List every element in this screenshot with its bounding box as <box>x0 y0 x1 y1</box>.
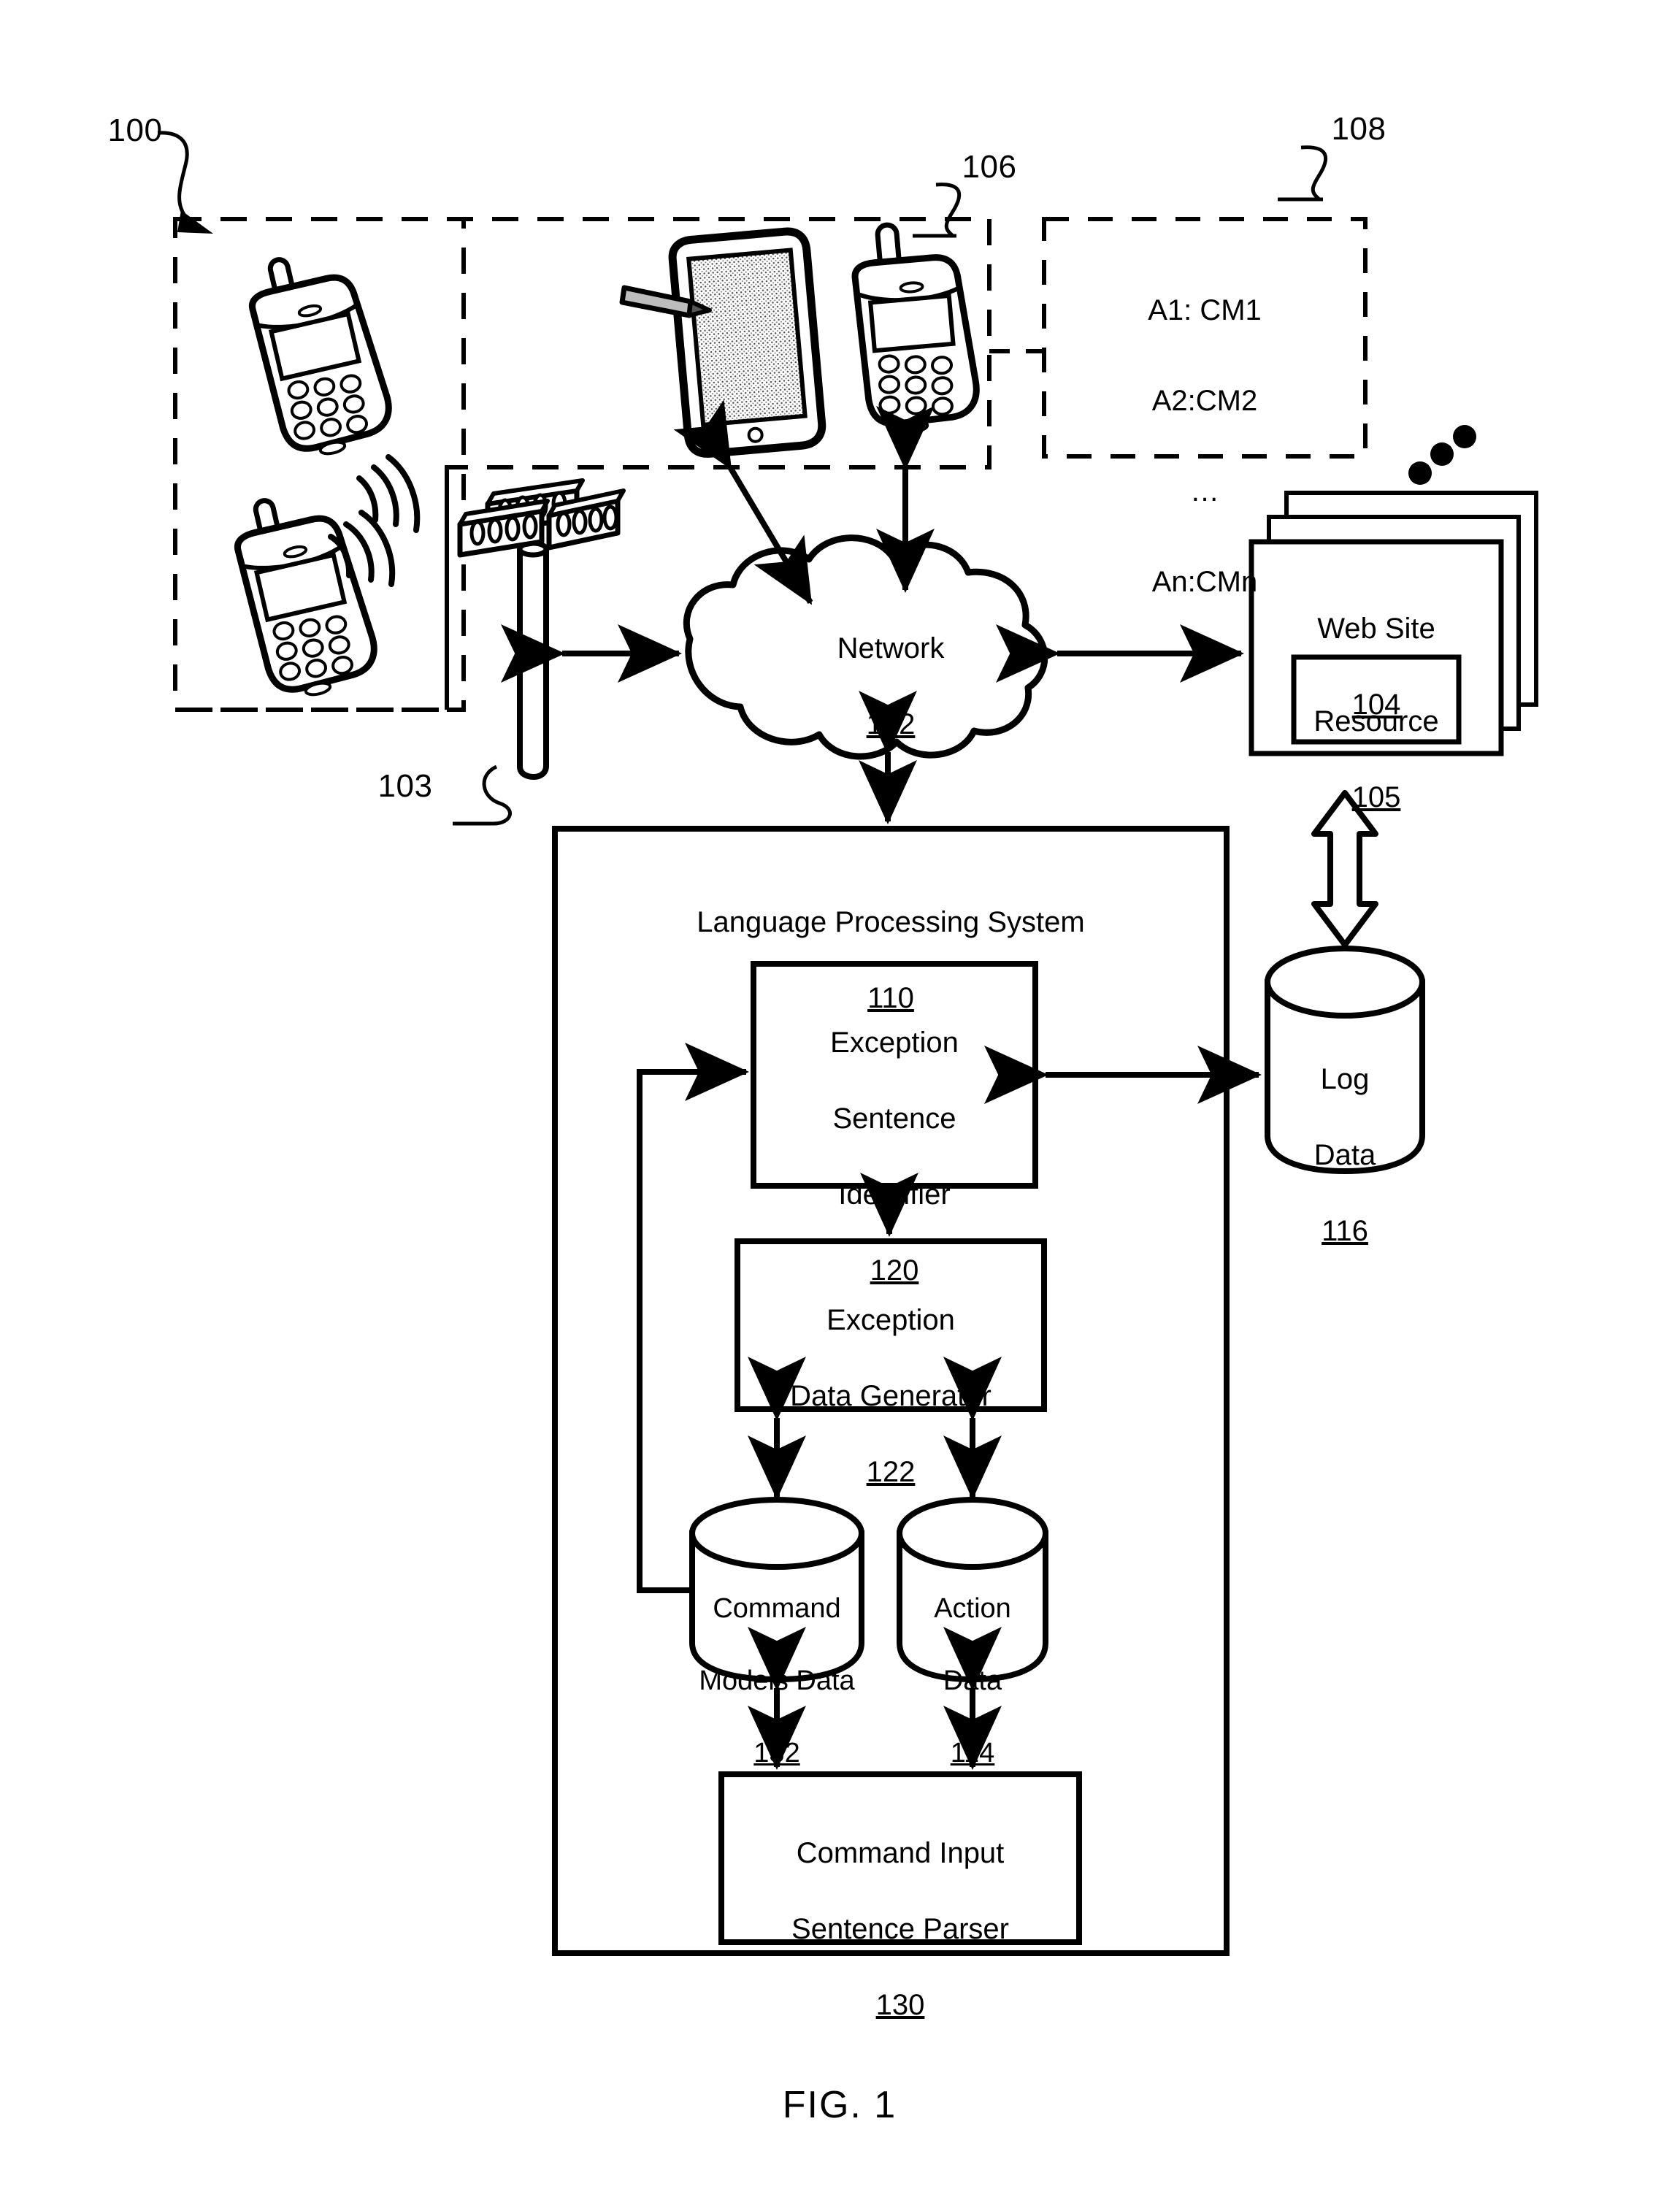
log-data-label-2: Data <box>1313 1139 1376 1171</box>
network-ref: 102 <box>866 708 916 740</box>
website-label: Web Site <box>1317 613 1435 645</box>
parser-line-1: Command Input <box>796 1837 1005 1869</box>
edg-ref: 122 <box>866 1456 916 1488</box>
log-data-ref: 116 <box>1322 1215 1368 1247</box>
resource-label-group: Resource 105 <box>1294 664 1459 854</box>
mobile-phone-icon <box>851 222 980 433</box>
esi-line-3: Identifier <box>838 1178 951 1211</box>
exception-data-generator-label-group: Exception Data Generator 122 <box>737 1263 1044 1529</box>
action-data-line-2: Data <box>943 1665 1002 1697</box>
network-label-group: Network 102 <box>785 591 997 781</box>
tablet-with-stylus-icon <box>668 227 826 458</box>
action-data-label-group: Action Data 114 <box>900 1555 1046 1808</box>
resource-label: Resource <box>1313 705 1439 737</box>
figure-caption: FIG. 1 <box>782 2084 897 2126</box>
language-processing-system-title: Language Processing System <box>697 906 1085 938</box>
cmd-models-line-1: Command <box>713 1593 841 1625</box>
esi-line-2: Sentence <box>832 1103 956 1135</box>
command-model-line-3: … <box>1190 475 1219 507</box>
command-input-sentence-parser-label-group: Command Input Sentence Parser 130 <box>721 1796 1079 2062</box>
mobile-phone-icon <box>248 257 392 456</box>
ref-100-label: 100 <box>107 112 163 148</box>
ref-108-leader <box>1278 145 1328 202</box>
mobile-phone-icon <box>234 498 377 697</box>
ellipsis-dots-icon <box>1408 425 1476 485</box>
command-models-data-label-group: Command Models Data 132 <box>689 1555 864 1808</box>
ref-108-label: 108 <box>1331 111 1386 147</box>
action-data-line-1: Action <box>934 1593 1011 1625</box>
cmd-models-line-2: Models Data <box>699 1665 855 1697</box>
parser-line-2: Sentence Parser <box>791 1913 1009 1945</box>
network-label: Network <box>837 632 945 664</box>
parser-ref: 130 <box>875 1989 925 2021</box>
cmd-models-ref: 132 <box>753 1737 800 1768</box>
command-model-line-1: A1: CM1 <box>1148 294 1262 326</box>
log-data-label-1: Log <box>1320 1063 1370 1095</box>
ref-106-leader <box>913 183 962 238</box>
resource-ref: 105 <box>1351 781 1401 813</box>
log-data-label-group: Log Data 116 <box>1267 1022 1422 1288</box>
edg-line-2: Data Generator <box>790 1380 991 1412</box>
figure-page: 100 106 108 103 A1: CM1 A2:CM2 … An:CMn … <box>0 0 1680 2189</box>
action-data-ref: 114 <box>950 1737 995 1768</box>
command-model-line-2: A2:CM2 <box>1151 385 1258 417</box>
edg-line-1: Exception <box>826 1304 955 1336</box>
esi-line-1: Exception <box>830 1027 959 1059</box>
ref-106-label: 106 <box>962 149 1017 185</box>
ref-103-label: 103 <box>377 768 433 804</box>
